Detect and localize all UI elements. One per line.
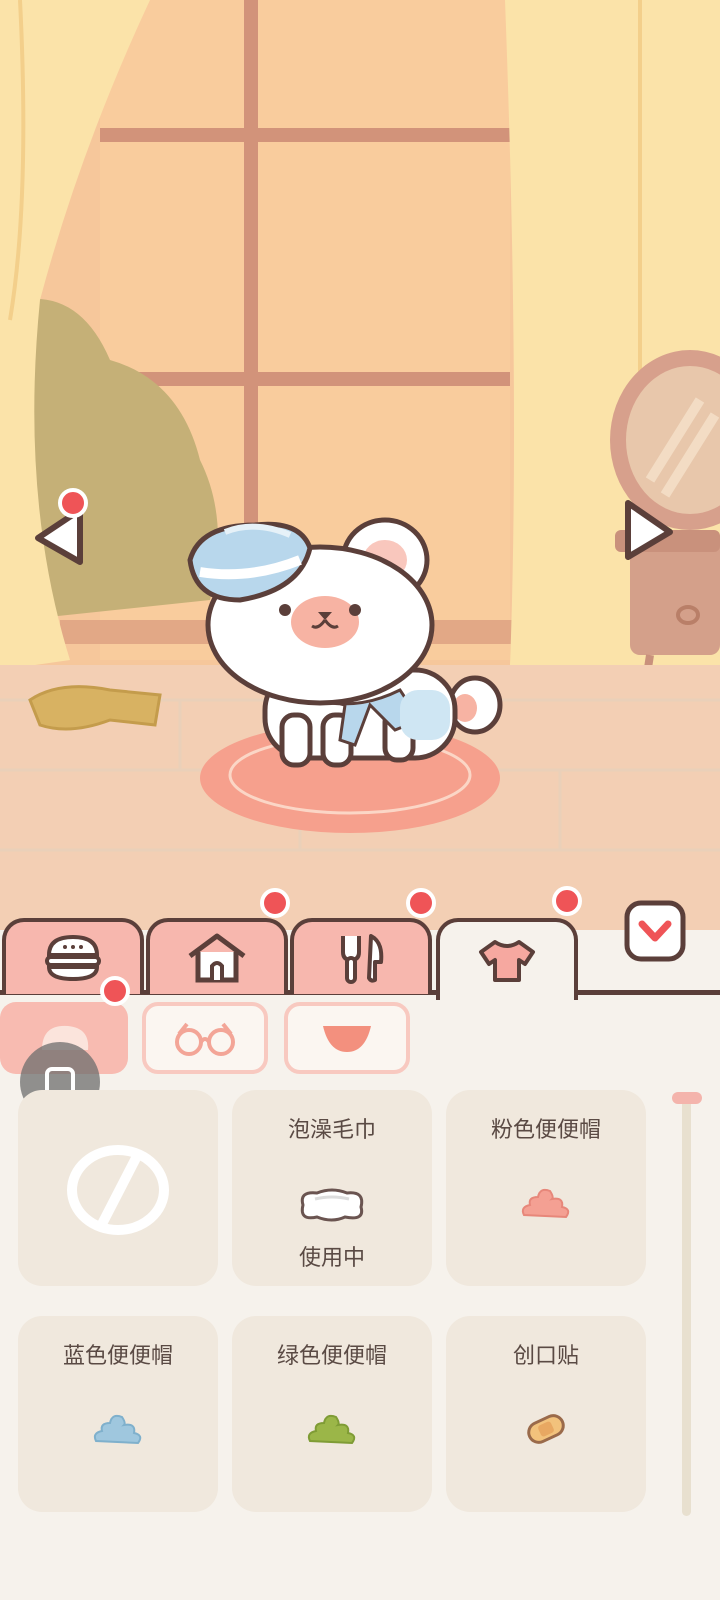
item-status-in-use: 使用中 — [298, 1246, 365, 1271]
collapse-button[interactable] — [624, 900, 686, 962]
item-card-towel[interactable]: 泡澡毛巾 使用中 — [232, 1090, 432, 1286]
burger-icon — [45, 934, 101, 982]
scrollbar-thumb[interactable] — [672, 1092, 702, 1104]
item-name: 创口贴 — [512, 1344, 579, 1369]
bandage-icon — [524, 1411, 568, 1451]
green-poop-hat-icon — [306, 1411, 358, 1451]
blue-poop-hat-icon — [92, 1411, 144, 1451]
tab-clothing[interactable] — [436, 918, 578, 1000]
none-icon — [66, 1144, 170, 1240]
item-card-blue-poop-hat[interactable]: 蓝色便便帽 — [18, 1316, 218, 1512]
left-arrow-badge — [58, 488, 88, 518]
bib-icon — [323, 1026, 371, 1052]
fork-knife-icon — [341, 934, 384, 984]
item-card-none[interactable] — [18, 1090, 218, 1286]
subtab-hat-badge — [100, 976, 130, 1006]
right-arrow-icon[interactable] — [618, 495, 678, 575]
shirt-icon — [479, 940, 535, 982]
item-name: 蓝色便便帽 — [62, 1344, 173, 1369]
glasses-icon — [175, 1022, 235, 1056]
tab-food-badge — [406, 888, 436, 918]
item-name: 绿色便便帽 — [276, 1344, 387, 1369]
chevron-down-icon — [624, 900, 686, 962]
house-icon — [188, 933, 246, 983]
room-illustration — [0, 0, 720, 930]
item-card-pink-poop-hat[interactable]: 粉色便便帽 — [446, 1090, 646, 1286]
subtab-glasses[interactable] — [142, 1002, 268, 1074]
item-name: 粉色便便帽 — [490, 1118, 601, 1143]
towel-icon — [297, 1185, 367, 1229]
room-scene — [0, 0, 720, 930]
item-card-green-poop-hat[interactable]: 绿色便便帽 — [232, 1316, 432, 1512]
tab-house[interactable] — [146, 918, 288, 994]
tab-food[interactable] — [290, 918, 432, 994]
item-card-bandage[interactable]: 创口贴 — [446, 1316, 646, 1512]
item-name: 泡澡毛巾 — [287, 1118, 376, 1143]
subtab-bib[interactable] — [284, 1002, 410, 1074]
tab-house-badge — [260, 888, 290, 918]
tab-clothing-badge — [552, 886, 582, 916]
item-list-scrollbar[interactable] — [682, 1096, 691, 1516]
pink-poop-hat-icon — [520, 1185, 572, 1225]
